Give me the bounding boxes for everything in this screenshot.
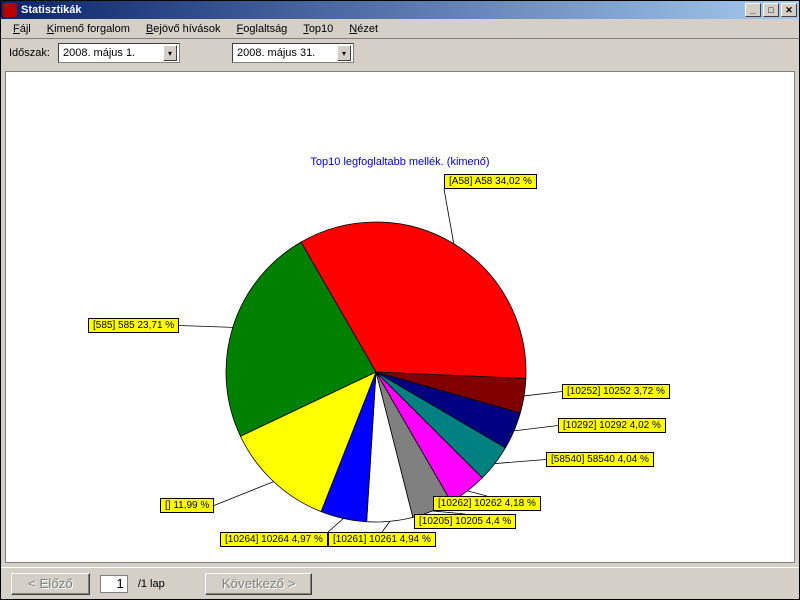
pie-callout-label: [] 11,99 % — [160, 498, 214, 513]
pie-callout-label: [10262] 10262 4,18 % — [433, 496, 541, 511]
app-icon — [3, 3, 17, 17]
page-suffix: /1 lap — [138, 578, 165, 590]
pie-callout-label: [585] 585 23,71 % — [88, 318, 179, 333]
date-from-value: 2008. május 1. — [63, 47, 159, 59]
pie-callout-label: [10252] 10252 3,72 % — [562, 384, 670, 399]
date-to-dropdown[interactable]: 2008. május 31. ▾ — [232, 43, 354, 63]
titlebar: Statisztikák _ □ ✕ — [1, 1, 799, 19]
chart-panel: Top10 legfoglaltabb mellék. (kimenő) [A5… — [5, 71, 795, 563]
chevron-down-icon[interactable]: ▾ — [337, 45, 351, 61]
menubar: Fájl Kimenő forgalom Bejövő hívások Fogl… — [1, 19, 799, 39]
pie-callout-label: [10292] 10292 4,02 % — [558, 418, 666, 433]
pie-callout-label: [A58] A58 34,02 % — [444, 174, 537, 189]
close-button[interactable]: ✕ — [781, 3, 797, 17]
pie-callout-label: [10264] 10264 4,97 % — [220, 532, 328, 547]
window-title: Statisztikák — [21, 4, 743, 16]
next-button[interactable]: Következő > — [205, 573, 313, 595]
pie-callout-label: [10205] 10205 4,4 % — [414, 514, 516, 529]
menu-bejovo[interactable]: Bejövő hívások — [138, 21, 229, 37]
date-to-value: 2008. május 31. — [237, 47, 333, 59]
period-label: Időszak: — [9, 47, 52, 59]
page-input[interactable] — [100, 575, 128, 593]
pie-callout-label: [10261] 10261 4,94 % — [328, 532, 436, 547]
prev-button[interactable]: < Előző — [11, 573, 90, 595]
menu-foglalt[interactable]: Foglaltság — [229, 21, 296, 37]
menu-nezet[interactable]: Nézet — [341, 21, 386, 37]
chevron-down-icon[interactable]: ▾ — [163, 45, 177, 61]
menu-file[interactable]: Fájl — [5, 21, 39, 37]
maximize-button[interactable]: □ — [763, 3, 779, 17]
minimize-button[interactable]: _ — [745, 3, 761, 17]
date-from-dropdown[interactable]: 2008. május 1. ▾ — [58, 43, 180, 63]
menu-top10[interactable]: Top10 — [295, 21, 341, 37]
pie-callout-label: [58540] 58540 4,04 % — [546, 452, 654, 467]
toolbar: Időszak: 2008. május 1. ▾ 2008. május 31… — [1, 39, 799, 67]
menu-kimeno[interactable]: Kimenő forgalom — [39, 21, 138, 37]
